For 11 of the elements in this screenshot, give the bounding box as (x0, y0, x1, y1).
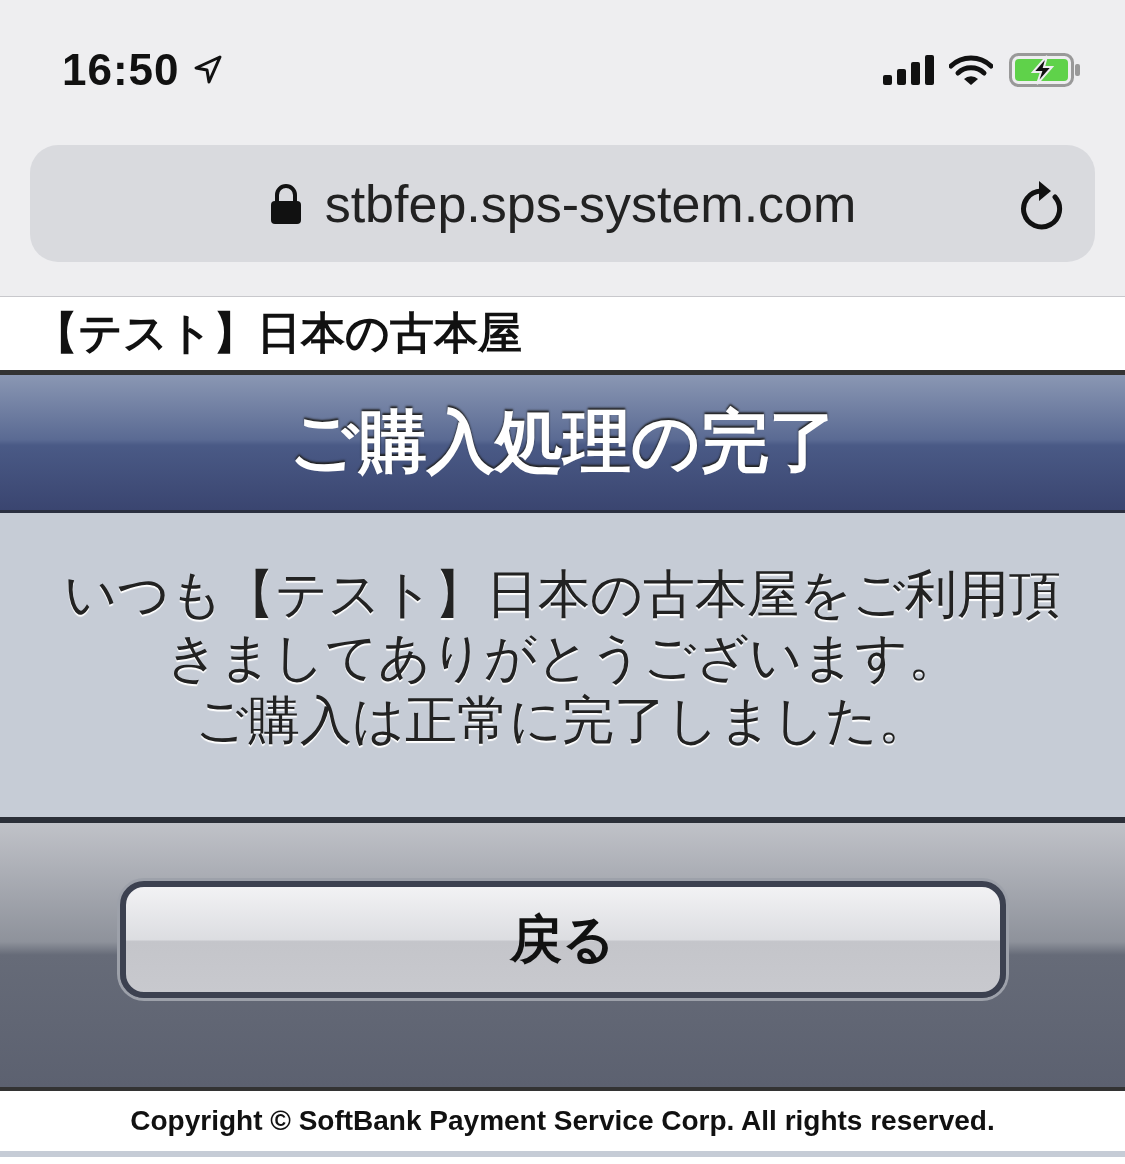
thank-you-message: いつも【テスト】日本の古本屋をご利用頂 きましてありがとうございます。 ご購入は正常に完了しました。 (64, 563, 1061, 752)
wifi-icon (949, 54, 993, 86)
page-title: ご購入処理の完了 (288, 401, 837, 483)
signal-icon (883, 55, 935, 85)
clock-time: 16:50 (62, 45, 180, 95)
copyright-text: Copyright © SoftBank Payment Service Corp. All rights reserved. (130, 1105, 995, 1137)
battery-charging-icon (1009, 53, 1081, 87)
url-text: stbfep.sps-system.com (324, 173, 857, 234)
shop-name: 【テスト】日本の古本屋 (34, 306, 522, 360)
back-button[interactable]: 戻る (119, 881, 1006, 998)
address-bar[interactable]: stbfep.sps-system.com (30, 145, 1095, 262)
